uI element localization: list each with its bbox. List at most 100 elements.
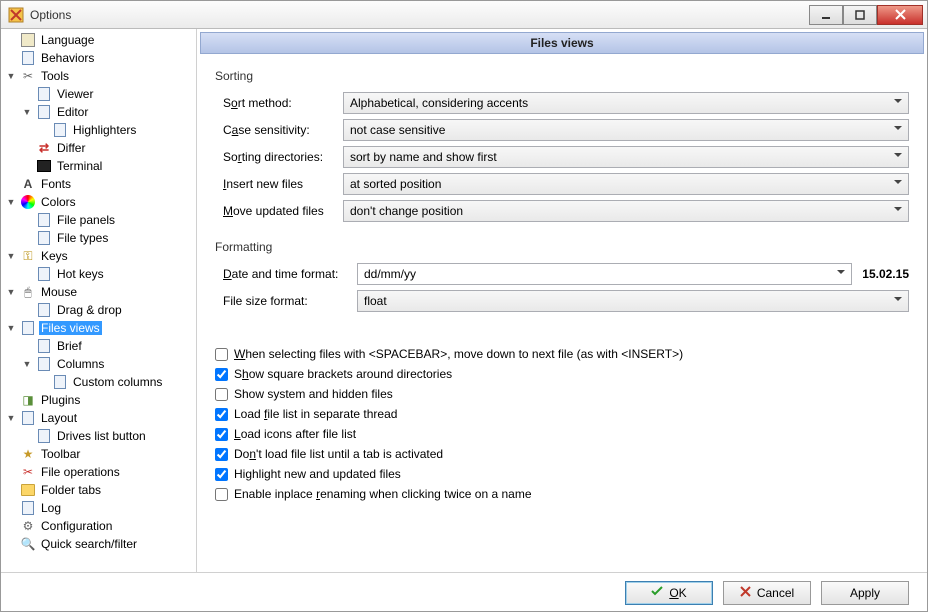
maximize-button[interactable] bbox=[843, 5, 877, 25]
tree-item-hot-keys[interactable]: Hot keys bbox=[1, 265, 196, 283]
tree-item-layout[interactable]: ▼Layout bbox=[1, 409, 196, 427]
option-checkbox-label[interactable]: Highlight new and updated files bbox=[234, 467, 401, 481]
page-icon bbox=[36, 230, 52, 246]
tree-item-columns[interactable]: ▼ Columns bbox=[1, 355, 196, 373]
tree-item-folder-tabs[interactable]: Folder tabs bbox=[1, 481, 196, 499]
sorting-directories-label: Sorting directories: bbox=[215, 150, 343, 164]
twisty-icon[interactable]: ▼ bbox=[5, 198, 17, 207]
option-checkbox-label[interactable]: When selecting files with <SPACEBAR>, mo… bbox=[234, 347, 683, 361]
option-checkbox-row: Show square brackets around directories bbox=[215, 364, 909, 384]
tree-item-quick-search-filter[interactable]: 🔍Quick search/filter bbox=[1, 535, 196, 553]
option-checkbox-row: When selecting files with <SPACEBAR>, mo… bbox=[215, 344, 909, 364]
tree-item-drives-list-button[interactable]: Drives list button bbox=[1, 427, 196, 445]
tree-item-brief[interactable]: Brief bbox=[1, 337, 196, 355]
option-checkbox-row: Load icons after file list bbox=[215, 424, 909, 444]
lang-icon bbox=[20, 32, 36, 48]
tree-item-file-operations[interactable]: ✂File operations bbox=[1, 463, 196, 481]
term-icon bbox=[36, 158, 52, 174]
mouse-icon: 🖱 bbox=[20, 284, 36, 300]
twisty-icon[interactable]: ▼ bbox=[5, 288, 17, 297]
option-checkbox-5[interactable] bbox=[215, 448, 228, 461]
tree-item-label: File operations bbox=[39, 465, 122, 479]
move-updated-files-combo[interactable]: don't change position bbox=[343, 200, 909, 222]
tree-item-keys[interactable]: ▼⚿Keys bbox=[1, 247, 196, 265]
option-checkbox-label[interactable]: Don't load file list until a tab is acti… bbox=[234, 447, 443, 461]
tree-item-terminal[interactable]: Terminal bbox=[1, 157, 196, 175]
tree-item-label: Custom columns bbox=[71, 375, 164, 389]
file-size-format-label: File size format: bbox=[215, 294, 357, 308]
tree-item-custom-columns[interactable]: Custom columns bbox=[1, 373, 196, 391]
minimize-button[interactable] bbox=[809, 5, 843, 25]
close-button[interactable] bbox=[877, 5, 923, 25]
page-icon bbox=[20, 50, 36, 66]
file-size-format-combo[interactable]: float bbox=[357, 290, 909, 312]
insert-new-files-combo[interactable]: at sorted position bbox=[343, 173, 909, 195]
option-checkbox-0[interactable] bbox=[215, 348, 228, 361]
sort-method-label: Sort method: bbox=[215, 96, 343, 110]
twisty-icon[interactable]: ▼ bbox=[5, 324, 17, 333]
tree-item-label: Terminal bbox=[55, 159, 104, 173]
tree-item-colors[interactable]: ▼Colors bbox=[1, 193, 196, 211]
page-icon bbox=[20, 500, 36, 516]
tree-item-configuration[interactable]: ⚙Configuration bbox=[1, 517, 196, 535]
option-checkbox-label[interactable]: Show system and hidden files bbox=[234, 387, 393, 401]
tree-item-label: Fonts bbox=[39, 177, 73, 191]
page-icon bbox=[36, 104, 52, 120]
apply-button[interactable]: Apply bbox=[821, 581, 909, 605]
option-checkbox-label[interactable]: Load file list in separate thread bbox=[234, 407, 397, 421]
sorting-directories-combo[interactable]: sort by name and show first bbox=[343, 146, 909, 168]
diff-icon: ⇄ bbox=[36, 140, 52, 156]
options-tree[interactable]: LanguageBehaviors▼✂ToolsViewer▼EditorHig… bbox=[1, 29, 197, 572]
titlebar: Options bbox=[1, 1, 927, 29]
tree-item-plugins[interactable]: ◨Plugins bbox=[1, 391, 196, 409]
option-checkbox-row: Enable inplace renaming when clicking tw… bbox=[215, 484, 909, 504]
tree-item-viewer[interactable]: Viewer bbox=[1, 85, 196, 103]
twisty-icon[interactable]: ▼ bbox=[21, 108, 33, 117]
option-checkbox-2[interactable] bbox=[215, 388, 228, 401]
search-icon: 🔍 bbox=[20, 536, 36, 552]
option-checkbox-label[interactable]: Show square brackets around directories bbox=[234, 367, 452, 381]
tree-item-mouse[interactable]: ▼🖱Mouse bbox=[1, 283, 196, 301]
tree-item-label: Brief bbox=[55, 339, 84, 353]
option-checkbox-4[interactable] bbox=[215, 428, 228, 441]
twisty-icon[interactable]: ▼ bbox=[5, 252, 17, 261]
twisty-icon[interactable]: ▼ bbox=[5, 414, 17, 423]
twisty-icon[interactable]: ▼ bbox=[21, 360, 33, 369]
tree-item-drag-drop[interactable]: Drag & drop bbox=[1, 301, 196, 319]
option-checkbox-label[interactable]: Load icons after file list bbox=[234, 427, 356, 441]
tree-item-log[interactable]: Log bbox=[1, 499, 196, 517]
tree-item-label: File panels bbox=[55, 213, 117, 227]
tree-item-tools[interactable]: ▼✂Tools bbox=[1, 67, 196, 85]
option-checkbox-6[interactable] bbox=[215, 468, 228, 481]
tree-item-file-types[interactable]: File types bbox=[1, 229, 196, 247]
tree-item-label: Columns bbox=[55, 357, 106, 371]
tree-item-toolbar[interactable]: ★Toolbar bbox=[1, 445, 196, 463]
option-checkbox-3[interactable] bbox=[215, 408, 228, 421]
cancel-button[interactable]: Cancel bbox=[723, 581, 811, 605]
tree-item-label: Log bbox=[39, 501, 63, 515]
tree-item-label: Mouse bbox=[39, 285, 79, 299]
tree-item-file-panels[interactable]: File panels bbox=[1, 211, 196, 229]
tree-item-highlighters[interactable]: Highlighters bbox=[1, 121, 196, 139]
tree-item-language[interactable]: Language bbox=[1, 31, 196, 49]
page-icon bbox=[36, 302, 52, 318]
tree-item-differ[interactable]: ⇄Differ bbox=[1, 139, 196, 157]
sort-method-combo[interactable]: Alphabetical, considering accents bbox=[343, 92, 909, 114]
tree-item-behaviors[interactable]: Behaviors bbox=[1, 49, 196, 67]
option-checkbox-7[interactable] bbox=[215, 488, 228, 501]
page-title: Files views bbox=[200, 32, 924, 54]
tree-item-label: Plugins bbox=[39, 393, 82, 407]
option-checkbox-1[interactable] bbox=[215, 368, 228, 381]
date-format-input[interactable]: dd/mm/yy bbox=[357, 263, 852, 285]
window-title: Options bbox=[30, 8, 809, 22]
tree-item-editor[interactable]: ▼Editor bbox=[1, 103, 196, 121]
case-sensitivity-combo[interactable]: not case sensitive bbox=[343, 119, 909, 141]
option-checkbox-label[interactable]: Enable inplace renaming when clicking tw… bbox=[234, 487, 532, 501]
tree-item-label: Drives list button bbox=[55, 429, 148, 443]
twisty-icon[interactable]: ▼ bbox=[5, 72, 17, 81]
key-icon: ⚿ bbox=[20, 248, 36, 264]
tree-item-files-views[interactable]: ▼Files views bbox=[1, 319, 196, 337]
ok-button[interactable]: OK bbox=[625, 581, 713, 605]
tree-item-fonts[interactable]: AFonts bbox=[1, 175, 196, 193]
page-icon bbox=[36, 86, 52, 102]
